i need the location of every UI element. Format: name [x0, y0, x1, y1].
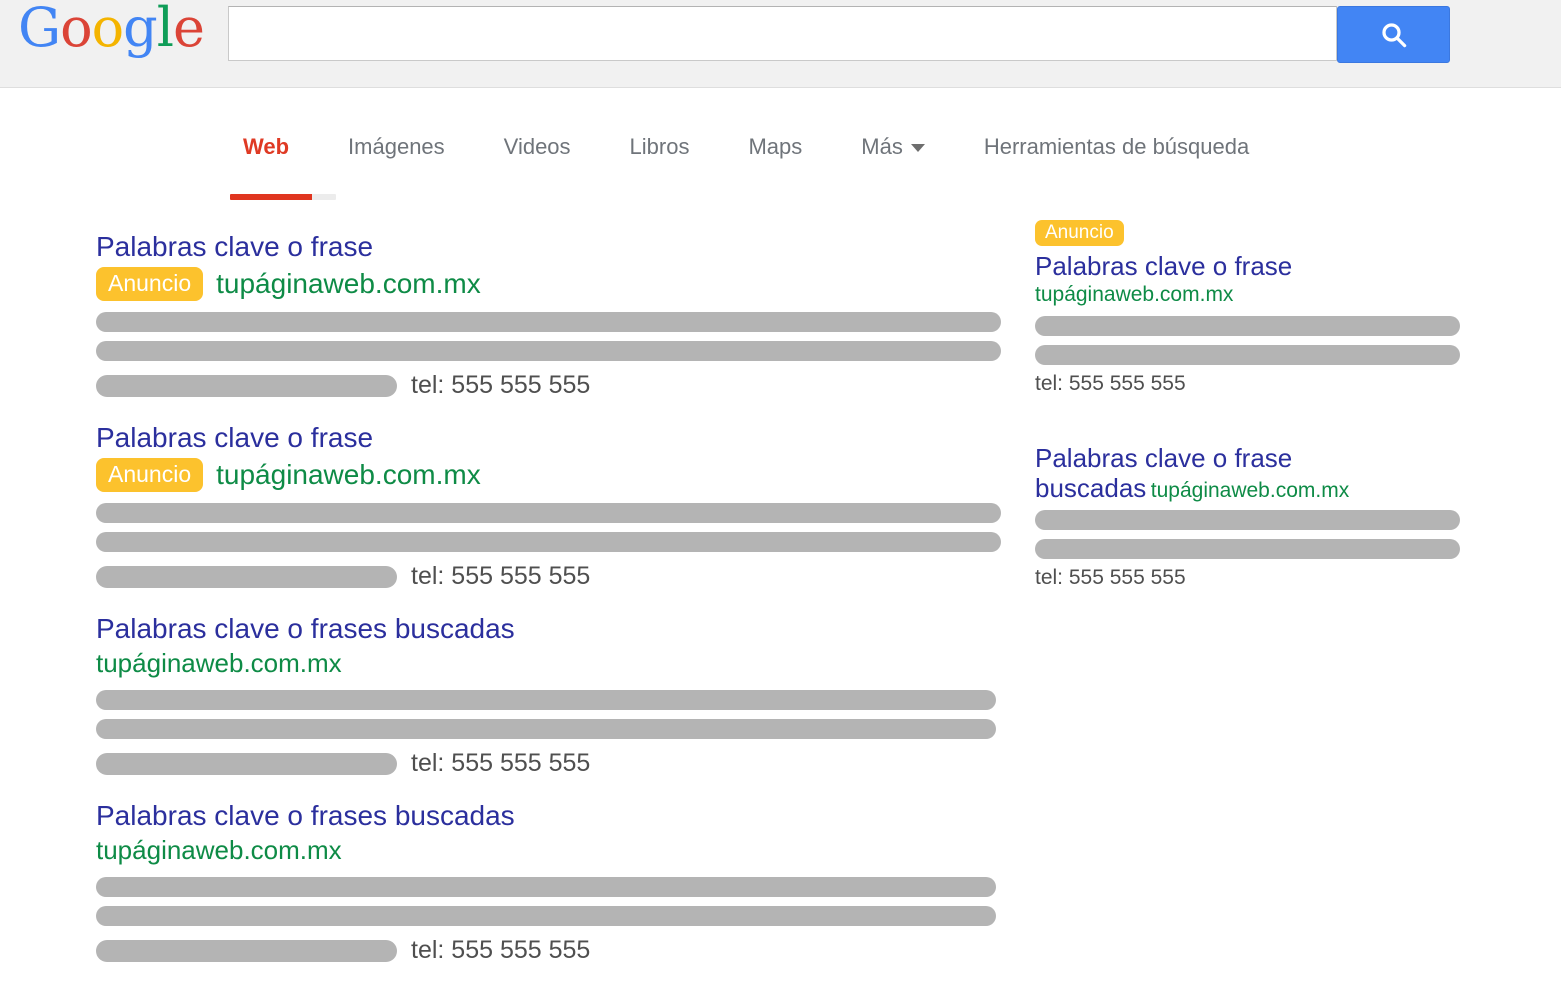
- ad-title-line-2: buscadas tupáginaweb.com.mx: [1035, 473, 1460, 503]
- tab-videos[interactable]: Videos: [504, 134, 571, 160]
- logo-letter: e: [173, 0, 204, 59]
- results-navbar: Web Imágenes Videos Libros Maps Más Herr…: [0, 88, 1561, 218]
- phone-number: tel: 555 555 555: [1035, 566, 1460, 590]
- text-placeholder-bar: [96, 690, 996, 710]
- text-placeholder-bar: [96, 906, 996, 926]
- text-placeholder-bar: [96, 753, 397, 775]
- google-logo[interactable]: Google: [18, 0, 204, 59]
- search-input[interactable]: [228, 6, 1337, 61]
- logo-letter: l: [157, 0, 173, 59]
- main-results-column: Palabras clave o frase Anuncio tupáginaw…: [96, 230, 1001, 984]
- text-placeholder-bar: [96, 940, 397, 962]
- active-tab-underline: [230, 194, 336, 200]
- result-title-link[interactable]: Palabras clave o frase: [96, 421, 1001, 455]
- text-placeholder-bar: [1035, 539, 1460, 559]
- search-result-1: Palabras clave o frase Anuncio tupáginaw…: [96, 230, 1001, 400]
- search-tabs: Web Imágenes Videos Libros Maps Más Herr…: [243, 134, 1249, 160]
- logo-letter: o: [92, 0, 124, 59]
- tab-libros[interactable]: Libros: [630, 134, 690, 160]
- ad-title-link[interactable]: Palabras clave o frase: [1035, 251, 1460, 281]
- spacer: [1035, 430, 1460, 443]
- text-placeholder-bar: [96, 719, 996, 739]
- ad-url-link[interactable]: tupáginaweb.com.mx: [1151, 479, 1349, 502]
- search-result-3: Palabras clave o frases buscadas tupágin…: [96, 612, 1001, 778]
- phone-number: tel: 555 555 555: [411, 371, 590, 400]
- tab-herramientas[interactable]: Herramientas de búsqueda: [984, 134, 1249, 160]
- result-url-link[interactable]: tupáginaweb.com.mx: [216, 459, 481, 491]
- sidebar-ad-1: Anuncio Palabras clave o frase tupáginaw…: [1035, 220, 1460, 396]
- logo-letter: g: [123, 0, 157, 59]
- ad-badge: Anuncio: [1035, 220, 1124, 246]
- ad-title-link[interactable]: Palabras clave o frase: [1035, 443, 1460, 473]
- text-placeholder-bar: [96, 341, 1001, 361]
- logo-letter: o: [60, 0, 92, 59]
- magnifier-icon: [1379, 20, 1409, 50]
- search-result-4: Palabras clave o frases buscadas tupágin…: [96, 799, 1001, 965]
- result-tel-line: tel: 555 555 555: [96, 562, 1001, 591]
- tab-imagenes[interactable]: Imágenes: [348, 134, 445, 160]
- result-url-line: Anuncio tupáginaweb.com.mx: [96, 267, 1001, 301]
- tab-web[interactable]: Web: [243, 134, 289, 160]
- search-button[interactable]: [1337, 6, 1450, 63]
- text-placeholder-bar: [96, 375, 397, 397]
- ad-title-link[interactable]: buscadas: [1035, 473, 1146, 503]
- tab-maps[interactable]: Maps: [748, 134, 802, 160]
- sidebar-ads-column: Anuncio Palabras clave o frase tupáginaw…: [1035, 220, 1460, 624]
- chevron-down-icon: [911, 144, 925, 152]
- result-title-link[interactable]: Palabras clave o frase: [96, 230, 1001, 264]
- text-placeholder-bar: [96, 532, 1001, 552]
- phone-number: tel: 555 555 555: [411, 562, 590, 591]
- result-title-link[interactable]: Palabras clave o frases buscadas: [96, 612, 1001, 646]
- text-placeholder-bar: [1035, 510, 1460, 530]
- sidebar-ad-2: Palabras clave o frase buscadas tupágina…: [1035, 443, 1460, 590]
- logo-letter: G: [18, 0, 60, 59]
- text-placeholder-bar: [1035, 316, 1460, 336]
- text-placeholder-bar: [96, 566, 397, 588]
- phone-number: tel: 555 555 555: [411, 749, 590, 778]
- text-placeholder-bar: [1035, 345, 1460, 365]
- phone-number: tel: 555 555 555: [1035, 372, 1460, 396]
- result-title-link[interactable]: Palabras clave o frases buscadas: [96, 799, 1001, 833]
- result-url-link[interactable]: tupáginaweb.com.mx: [96, 648, 342, 678]
- result-tel-line: tel: 555 555 555: [96, 371, 1001, 400]
- search-header: Google: [0, 0, 1561, 88]
- result-tel-line: tel: 555 555 555: [96, 749, 1001, 778]
- ad-badge: Anuncio: [96, 267, 203, 301]
- result-url-line: tupáginaweb.com.mx: [96, 648, 1001, 679]
- text-placeholder-bar: [96, 312, 1001, 332]
- result-url-link[interactable]: tupáginaweb.com.mx: [96, 835, 342, 865]
- search-result-2: Palabras clave o frase Anuncio tupáginaw…: [96, 421, 1001, 591]
- tab-mas[interactable]: Más: [861, 134, 925, 160]
- result-url-link[interactable]: tupáginaweb.com.mx: [216, 268, 481, 300]
- result-tel-line: tel: 555 555 555: [96, 936, 1001, 965]
- ad-badge: Anuncio: [96, 458, 203, 492]
- tab-mas-label: Más: [861, 134, 903, 159]
- result-url-line: Anuncio tupáginaweb.com.mx: [96, 458, 1001, 492]
- result-url-line: tupáginaweb.com.mx: [96, 835, 1001, 866]
- text-placeholder-bar: [96, 503, 1001, 523]
- phone-number: tel: 555 555 555: [411, 936, 590, 965]
- ad-url-link[interactable]: tupáginaweb.com.mx: [1035, 283, 1233, 307]
- text-placeholder-bar: [96, 877, 996, 897]
